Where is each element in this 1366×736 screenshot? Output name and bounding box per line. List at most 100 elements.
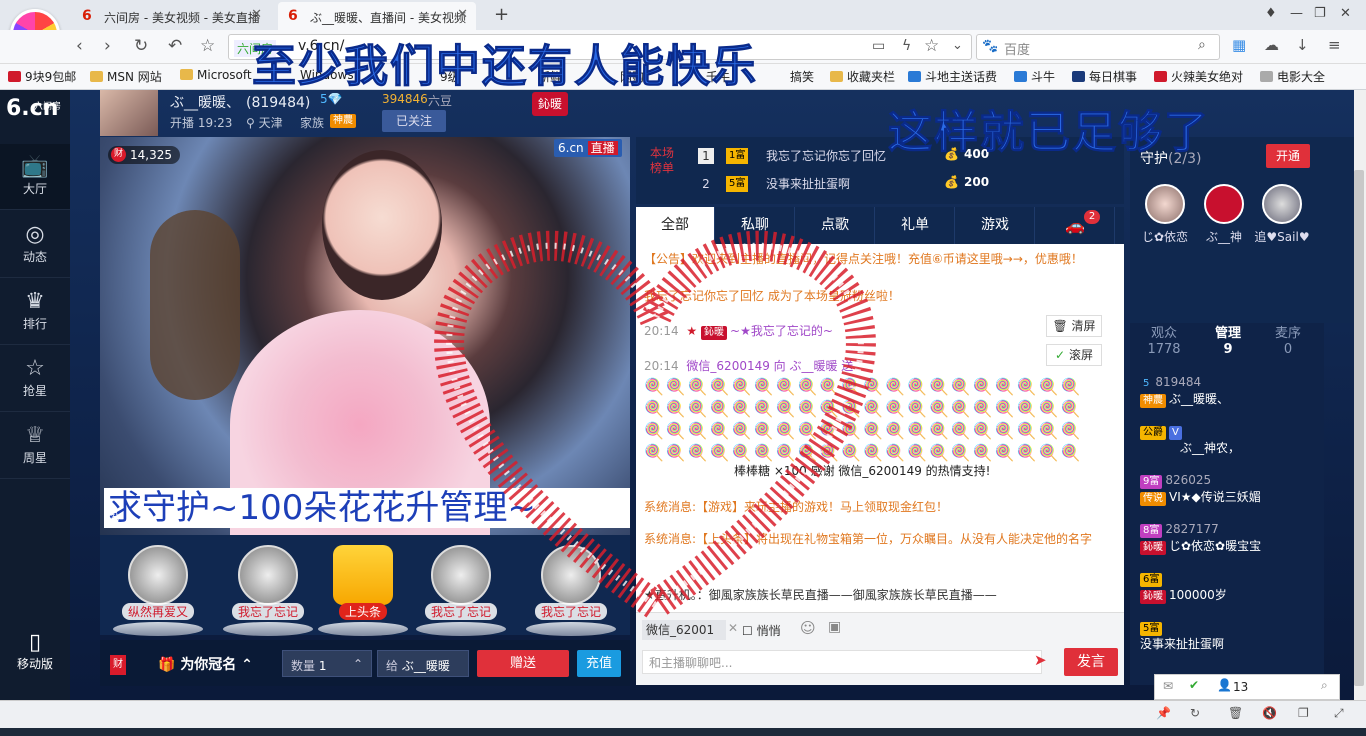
member-row[interactable]: 公爵 V ぶ__神农，: [1140, 423, 1316, 457]
gift-item[interactable]: 我忘了忘记: [220, 545, 316, 636]
member-row[interactable]: 9富 826025 传说 VI★◆传说三妖媚: [1140, 472, 1316, 506]
guard-member[interactable]: 追♥Sail♥: [1252, 184, 1312, 245]
emoji-icon[interactable]: ☺: [800, 619, 816, 637]
follow-button[interactable]: 已关注: [382, 110, 446, 132]
back-icon[interactable]: ‹: [76, 36, 83, 56]
bookmark-item[interactable]: 火辣美女绝对: [1154, 68, 1243, 85]
chat-recipient[interactable]: 微信_62001: [642, 620, 726, 640]
chat-input[interactable]: 和主播聊聊吧...: [642, 650, 1042, 674]
send-message-button[interactable]: 发言: [1064, 648, 1118, 676]
expand-icon[interactable]: ⤢: [1334, 706, 1344, 721]
bookmark-item[interactable]: 收藏夹栏: [830, 68, 895, 85]
tab-games[interactable]: 游戏: [956, 207, 1035, 244]
close-window-icon[interactable]: ✕: [1340, 6, 1351, 21]
member-row[interactable]: 6富 鈊暖 100000岁: [1140, 570, 1316, 604]
mail-icon[interactable]: ✉: [1163, 679, 1173, 693]
bookmark-star-icon[interactable]: ☆: [924, 36, 939, 56]
open-guard-button[interactable]: 开通: [1266, 144, 1310, 168]
trash-icon[interactable]: 🗑: [1228, 706, 1243, 720]
favorite-star-icon[interactable]: ☆: [200, 36, 215, 56]
sidebar-item-activity[interactable]: ◎ 动态: [0, 212, 70, 278]
scrollbar-thumb[interactable]: [1354, 170, 1364, 686]
apps-icon[interactable]: ▦: [1232, 36, 1246, 54]
family-tag[interactable]: 神農: [330, 114, 356, 128]
tab-all[interactable]: 全部: [636, 207, 715, 244]
chat-message: 20:14 ★ 鈊暖 ~★我忘了忘记的~: [644, 324, 833, 340]
bookmark-item[interactable]: 电影大全: [1260, 68, 1325, 85]
new-tab-icon[interactable]: +: [494, 4, 509, 25]
gift-item[interactable]: 纵然再爱又: [110, 545, 206, 636]
sidebar-item-grab-star[interactable]: ☆ 抢星: [0, 346, 70, 412]
lollipop-gifts: 🍭🍭🍭🍭🍭🍭🍭🍭🍭🍭🍭🍭🍭🍭🍭🍭🍭🍭🍭🍭🍭🍭🍭🍭🍭🍭🍭🍭🍭🍭🍭🍭🍭🍭🍭🍭🍭🍭🍭🍭…: [644, 377, 1083, 462]
bookmark-item[interactable]: 斗地主送话费: [908, 68, 997, 85]
chat-message: 棒棒糖 ×100 感谢 微信_6200149 的热情支持!: [734, 464, 991, 478]
pin-icon[interactable]: 📌: [1156, 706, 1171, 720]
bookmark-item[interactable]: 搞笑: [790, 68, 814, 85]
member-row[interactable]: 8富 2827177 鈊暖 じ✿依恋✿暖宝宝: [1140, 521, 1316, 555]
refresh-icon[interactable]: ↻: [134, 36, 148, 56]
cup-icon: ♕: [25, 423, 45, 448]
bookmark-item[interactable]: 9块9包邮: [8, 68, 76, 85]
recharge-button[interactable]: 充值: [577, 650, 621, 677]
forward-icon[interactable]: ›: [104, 36, 111, 56]
sidebar-item-ranking[interactable]: ♛ 排行: [0, 279, 70, 345]
diamond-icon: 💎: [327, 92, 343, 106]
tab-song[interactable]: 点歌: [796, 207, 875, 244]
headline-gift-item[interactable]: 上头条: [315, 545, 411, 636]
search-icon[interactable]: ⌕: [1198, 37, 1206, 53]
mobile-version-button[interactable]: ▯ 移动版: [10, 630, 60, 672]
maximize-icon[interactable]: ❐: [1314, 6, 1326, 21]
check-circle-icon[interactable]: ✔: [1189, 678, 1199, 692]
site-logo[interactable]: 6.cn 六间房: [6, 96, 61, 121]
rank-row[interactable]: 2 5富 没事来扯扯蛋啊 💰 200: [690, 172, 1120, 198]
rank-tag: 本场榜单: [649, 146, 674, 175]
undo-icon[interactable]: ↶: [168, 36, 182, 56]
refresh-icon[interactable]: ↻: [1190, 706, 1200, 720]
cloud-icon[interactable]: ☁: [1264, 36, 1279, 54]
bookmark-item[interactable]: 每日棋事: [1072, 68, 1137, 85]
tab-gift-list[interactable]: 礼单: [876, 207, 955, 244]
bookmark-item[interactable]: Microsoft: [180, 68, 252, 82]
tab-mic-queue[interactable]: 麦序 0: [1258, 326, 1318, 358]
tab-private[interactable]: 私聊: [716, 207, 795, 244]
mute-icon[interactable]: 🔇: [1262, 706, 1277, 720]
microphone-icon[interactable]: 🎙: [103, 508, 123, 527]
whisper-checkbox[interactable]: ☐ 悄悄: [742, 622, 781, 639]
recipient-select[interactable]: 给 ぶ__暖暖: [377, 650, 469, 677]
chevron-down-icon[interactable]: ⌄: [952, 38, 963, 53]
scroll-screen-button[interactable]: ✓ 滚屏: [1046, 344, 1102, 366]
zoom-icon[interactable]: ⌕: [1321, 678, 1328, 693]
streamer-avatar[interactable]: [100, 90, 158, 136]
skin-icon[interactable]: ♦: [1265, 6, 1277, 21]
download-icon[interactable]: ↓: [1296, 36, 1309, 54]
menu-icon[interactable]: ≡: [1328, 36, 1341, 54]
tab-label: 六间房 - 美女视频 - 美女直播: [104, 11, 260, 25]
bookmark-item[interactable]: 斗牛: [1014, 68, 1055, 85]
close-icon[interactable]: ✕: [251, 7, 262, 22]
send-gift-button[interactable]: 赠送: [477, 650, 569, 677]
browser-tab[interactable]: 6 六间房 - 美女视频 - 美女直播 ✕: [72, 2, 270, 30]
sidebar-item-hall[interactable]: 📺 大厅: [0, 144, 70, 210]
guard-member[interactable]: ぶ__神: [1194, 184, 1254, 245]
member-row[interactable]: 5 819484 神農 ぶ__暖暖、: [1140, 374, 1316, 408]
tab-car[interactable]: 🚗: [1036, 207, 1115, 244]
member-row[interactable]: 5富 没事来扯扯蛋啊: [1140, 619, 1316, 653]
tab-audience[interactable]: 观众 1778: [1134, 326, 1194, 358]
browser-tab-active[interactable]: 6 ぶ__暖暖、直播间 - 美女视频 ✕: [278, 2, 476, 30]
clear-screen-button[interactable]: 🗑 清屏: [1046, 315, 1102, 337]
tab-admins[interactable]: 管理 9: [1198, 326, 1258, 358]
lightning-icon[interactable]: ϟ: [902, 38, 911, 54]
close-icon[interactable]: ✕: [457, 7, 468, 22]
image-icon[interactable]: ▣: [828, 619, 841, 635]
guard-member[interactable]: じ✿依恋: [1135, 184, 1195, 245]
gift-item[interactable]: 我忘了忘记: [413, 545, 509, 636]
sidebar-item-weekly-star[interactable]: ♕ 周星: [0, 413, 70, 479]
quantity-select[interactable]: 数量 1 ⌃: [282, 650, 372, 677]
close-icon[interactable]: ✕: [728, 621, 738, 635]
bookmark-item[interactable]: MSN 网站: [90, 68, 162, 85]
crown-naming-button[interactable]: 🎁 为你冠名 ⌃: [158, 654, 253, 674]
video-mode-icon[interactable]: ▭: [872, 38, 885, 54]
gift-item[interactable]: 我忘了忘记: [523, 545, 619, 636]
minimize-icon[interactable]: —: [1290, 6, 1303, 21]
window-icon[interactable]: ❐: [1298, 706, 1309, 720]
